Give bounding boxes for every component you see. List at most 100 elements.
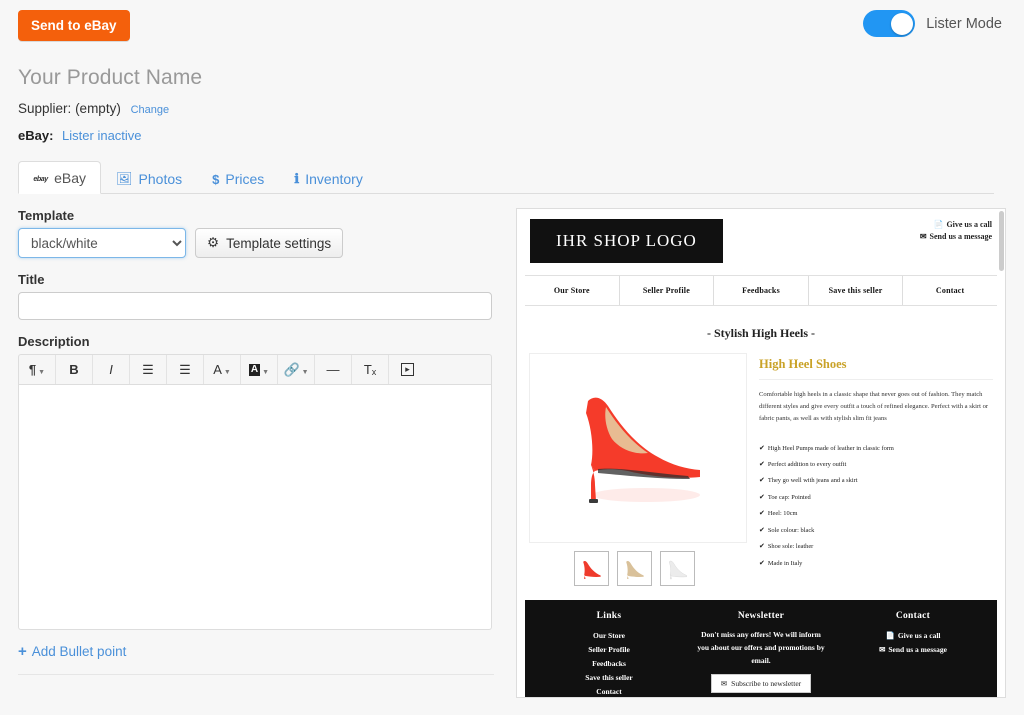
gear-icon: ⚙: [207, 235, 219, 251]
template-settings-button[interactable]: ⚙ Template settings: [195, 228, 343, 258]
footer-link-save-this-seller[interactable]: Save this seller: [533, 671, 685, 685]
bullet-text: Made in Italy: [768, 556, 802, 571]
preview-scrollbar[interactable]: [999, 211, 1004, 271]
check-icon: ✔: [759, 440, 765, 456]
add-bullet-point-link[interactable]: + Add Bullet point: [18, 643, 512, 660]
description-label: Description: [18, 334, 512, 349]
give-us-a-call-link[interactable]: 📄 Give us a call: [920, 219, 992, 231]
footer-message-label: Send us a message: [888, 643, 947, 657]
phone-card-icon: 📄: [885, 629, 894, 643]
supplier-change-link[interactable]: Change: [131, 104, 170, 116]
envelope-icon: ✉: [721, 679, 727, 688]
preview-gallery: [529, 353, 747, 586]
check-icon: ✔: [759, 555, 765, 571]
preview-product-info: High Heel Shoes Comfortable high heels i…: [759, 353, 993, 586]
background-color-icon[interactable]: A▼: [241, 355, 278, 384]
tab-ebay[interactable]: ebay eBay: [18, 161, 101, 194]
lister-mode-toggle[interactable]: [863, 10, 915, 37]
listing-preview-panel: IHR SHOP LOGO 📄 Give us a call ✉ Send us…: [516, 208, 1006, 698]
lister-mode-label: Lister Mode: [926, 16, 1002, 32]
preview-footer: Links Our Store Seller Profile Feedbacks…: [525, 600, 997, 698]
preview-header-contacts: 📄 Give us a call ✉ Send us a message: [920, 219, 992, 244]
phone-card-icon: 📄: [933, 219, 943, 231]
preview-thumbnails: [529, 551, 747, 586]
footer-give-us-a-call[interactable]: 📄 Give us a call: [837, 629, 989, 643]
send-us-a-message-link[interactable]: ✉ Send us a message: [920, 231, 992, 243]
clear-formatting-icon[interactable]: Tₓ: [352, 355, 389, 384]
description-editor: ¶▼ B I ☰ ☰ A▼ A▼ 🔗▼ — Tₓ ▸: [18, 354, 492, 630]
supplier-row: Supplier: (empty) Change: [18, 101, 512, 116]
tab-prices[interactable]: $ Prices: [197, 162, 279, 194]
check-icon: ✔: [759, 489, 765, 505]
bullet-text: Toe cap: Pointed: [768, 490, 811, 505]
bullet-text: Shoe sole: leather: [768, 539, 813, 554]
footer-newsletter-column: Newsletter Don't miss any offers! We wil…: [685, 611, 837, 698]
chevron-down-icon: ▼: [38, 369, 45, 376]
nav-item-save-this-seller[interactable]: Save this seller: [809, 276, 904, 305]
footer-send-us-a-message[interactable]: ✉ Send us a message: [837, 643, 989, 657]
nav-item-feedbacks[interactable]: Feedbacks: [714, 276, 809, 305]
bold-glyph: B: [69, 362, 78, 377]
text-color-icon[interactable]: A▼: [204, 355, 241, 384]
check-icon: ✔: [759, 472, 765, 488]
description-textarea[interactable]: [18, 385, 492, 630]
info-icon: ℹ: [294, 171, 299, 187]
envelope-icon: ✉: [920, 231, 927, 243]
footer-newsletter-text: Don't miss any offers! We will inform yo…: [695, 629, 827, 667]
nav-item-contact[interactable]: Contact: [903, 276, 997, 305]
preview-product-heading: High Heel Shoes: [759, 357, 993, 372]
preview-nav: Our Store Seller Profile Feedbacks Save …: [525, 275, 997, 306]
unordered-list-icon[interactable]: ☰: [130, 355, 167, 384]
bg-color-glyph: A: [249, 364, 260, 376]
supplier-value: (empty): [75, 101, 121, 116]
tab-inventory[interactable]: ℹ Inventory: [279, 162, 378, 194]
title-input[interactable]: [18, 292, 492, 320]
give-us-a-call-label: Give us a call: [946, 219, 992, 231]
thumbnail-white-shoe[interactable]: [660, 551, 695, 586]
thumbnail-red-shoe[interactable]: [574, 551, 609, 586]
italic-icon[interactable]: I: [93, 355, 130, 384]
subscribe-label: Subscribe to newsletter: [731, 679, 801, 688]
send-us-a-message-label: Send us a message: [930, 231, 992, 243]
video-glyph: ▸: [401, 363, 414, 376]
list-item: ✔They go well with jeans and a skirt: [759, 472, 993, 488]
preview-header: IHR SHOP LOGO 📄 Give us a call ✉ Send us…: [517, 209, 1005, 271]
preview-bullet-list: ✔High Heel Pumps made of leather in clas…: [759, 440, 993, 572]
preview-listing-title: - Stylish High Heels -: [517, 326, 1005, 341]
check-icon: ✔: [759, 538, 765, 554]
insert-link-icon[interactable]: 🔗▼: [278, 355, 315, 384]
dollar-icon: $: [212, 172, 219, 187]
list-item: ✔Toe cap: Pointed: [759, 489, 993, 505]
ebay-lister-status-link[interactable]: Lister inactive: [62, 128, 141, 143]
list-item: ✔Shoe sole: leather: [759, 538, 993, 554]
footer-link-feedbacks[interactable]: Feedbacks: [533, 657, 685, 671]
subscribe-to-newsletter-button[interactable]: ✉ Subscribe to newsletter: [711, 674, 811, 693]
list-item: ✔High Heel Pumps made of leather in clas…: [759, 440, 993, 456]
horizontal-rule-icon[interactable]: —: [315, 355, 352, 384]
insert-video-icon[interactable]: ▸: [389, 355, 426, 384]
nav-item-our-store[interactable]: Our Store: [525, 276, 620, 305]
divider: [759, 379, 993, 380]
footer-link-seller-profile[interactable]: Seller Profile: [533, 643, 685, 657]
title-label: Title: [18, 272, 512, 287]
footer-link-contact[interactable]: Contact: [533, 685, 685, 699]
footer-link-our-store[interactable]: Our Store: [533, 629, 685, 643]
main-product-image[interactable]: [529, 353, 747, 543]
ordered-list-icon[interactable]: ☰: [167, 355, 204, 384]
bold-icon[interactable]: B: [56, 355, 93, 384]
footer-call-label: Give us a call: [898, 629, 941, 643]
paragraph-format-icon[interactable]: ¶▼: [19, 355, 56, 384]
footer-contact-heading: Contact: [837, 611, 989, 621]
send-to-ebay-button[interactable]: Send to eBay: [18, 10, 130, 41]
footer-links-heading: Links: [533, 611, 685, 621]
red-high-heel-shoe-icon: [558, 373, 718, 523]
tab-photos[interactable]: 🖼 Photos: [101, 162, 197, 194]
text-color-glyph: A: [213, 362, 222, 377]
bullet-text: Heel: 10cm: [768, 506, 798, 521]
lister-mode-control: Lister Mode: [863, 10, 1002, 37]
thumbnail-beige-shoe[interactable]: [617, 551, 652, 586]
template-row: black/white ⚙ Template settings: [18, 228, 512, 258]
envelope-icon: ✉: [879, 643, 885, 657]
template-select[interactable]: black/white: [18, 228, 186, 258]
nav-item-seller-profile[interactable]: Seller Profile: [620, 276, 715, 305]
